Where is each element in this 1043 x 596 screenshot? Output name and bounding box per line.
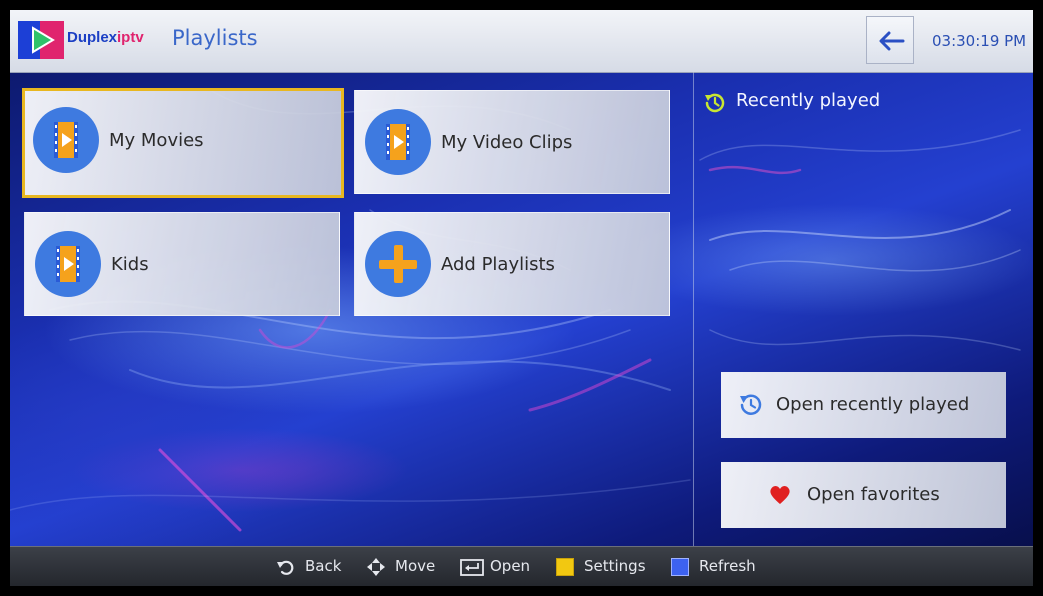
hint-refresh: Refresh: [671, 547, 771, 586]
playlist-label: Kids: [111, 254, 149, 275]
playlist-label: Add Playlists: [441, 254, 555, 275]
plus-icon: [365, 231, 431, 297]
arrow-left-icon: [879, 31, 905, 51]
open-recently-played-label: Open recently played: [776, 394, 970, 415]
blue-key-icon: [671, 558, 689, 576]
video-file-icon: [33, 107, 99, 173]
enter-key-icon: [460, 559, 484, 576]
brand-part1: Duplex: [67, 29, 118, 46]
hint-back-label: Back: [305, 557, 342, 575]
open-recently-played-button[interactable]: Open recently played: [721, 372, 1006, 438]
brand-part2: iptv: [117, 29, 144, 46]
undo-icon: [277, 560, 294, 575]
hint-refresh-label: Refresh: [699, 557, 756, 575]
hint-move-label: Move: [395, 557, 436, 575]
heart-icon: [770, 486, 790, 504]
move-arrows-icon: [367, 558, 385, 576]
playlist-label: My Movies: [109, 130, 204, 151]
duplex-logo: [18, 21, 64, 59]
recently-played-title: Recently played: [736, 90, 881, 111]
page-title: Playlists: [172, 26, 258, 50]
video-file-icon: [365, 109, 431, 175]
add-playlists-button[interactable]: Add Playlists: [354, 212, 670, 316]
panel-divider: [693, 72, 694, 546]
history-icon: [740, 394, 762, 415]
footer-key-hints: Back Move Open Settings Refresh: [10, 546, 1033, 586]
playlist-label: My Video Clips: [441, 132, 573, 153]
back-button[interactable]: [866, 16, 914, 64]
playlist-tile-my-movies[interactable]: My Movies: [22, 88, 344, 198]
open-favorites-button[interactable]: Open favorites: [721, 462, 1006, 528]
playlist-tile-my-video-clips[interactable]: My Video Clips: [354, 90, 670, 194]
clock: 03:30:19 PM: [932, 32, 1027, 50]
history-icon: [705, 93, 725, 113]
header-bar: Duplexiptv Playlists 03:30:19 PM: [10, 10, 1033, 73]
video-file-icon: [35, 231, 101, 297]
hint-open: Open: [460, 547, 540, 586]
app-screen: Duplexiptv Playlists 03:30:19 PM My Movi…: [10, 10, 1033, 586]
hint-settings-label: Settings: [584, 557, 646, 575]
hint-settings: Settings: [556, 547, 656, 586]
hint-move: Move: [366, 547, 446, 586]
brand-name: Duplexiptv: [67, 29, 144, 46]
open-favorites-label: Open favorites: [807, 484, 940, 505]
hint-open-label: Open: [490, 557, 531, 575]
playlist-tile-kids[interactable]: Kids: [24, 212, 340, 316]
yellow-key-icon: [556, 558, 574, 576]
hint-back: Back: [276, 547, 346, 586]
